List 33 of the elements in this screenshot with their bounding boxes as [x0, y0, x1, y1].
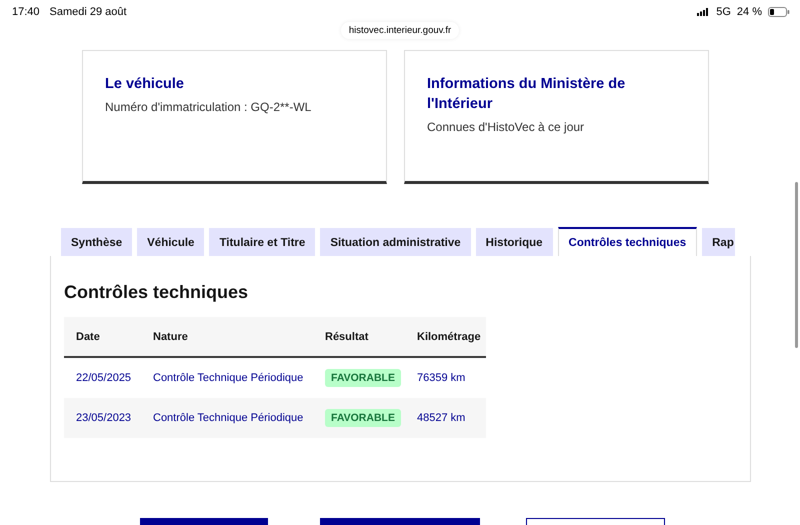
battery-icon — [768, 7, 790, 17]
table-cell: Contrôle Technique Périodique — [153, 412, 304, 424]
result-badge: FAVORABLE — [325, 409, 401, 427]
result-badge: FAVORABLE — [325, 369, 401, 387]
table-cell: Contrôle Technique Périodique — [153, 372, 304, 384]
signal-icon — [697, 8, 710, 16]
column-header: Kilométrage — [417, 330, 481, 342]
table-cell: 76359 km — [417, 372, 466, 384]
card-title: Informations du Ministère de l'Intérieur — [427, 75, 626, 114]
tab[interactable]: Véhicule — [137, 228, 204, 256]
tab[interactable]: Titulaire et Titre — [209, 228, 316, 256]
battery-percent: 24 % — [736, 6, 762, 18]
action-button[interactable] — [526, 518, 665, 525]
status-time: 17:40 — [12, 6, 40, 18]
card-text: Numéro d'immatriculation : GQ-2**-WL — [105, 100, 312, 114]
column-header: Résultat — [325, 330, 368, 342]
card-title: Le véhicule — [105, 75, 185, 94]
status-date: Samedi 29 août — [50, 6, 127, 18]
address-bar[interactable]: histovec.interieur.gouv.fr — [340, 22, 460, 39]
scrollbar[interactable] — [795, 182, 798, 348]
section-title: Contrôles techniques — [64, 282, 250, 303]
tab[interactable]: Situation administrative — [320, 228, 471, 256]
table-cell: 48527 km — [417, 412, 466, 424]
tab[interactable]: Contrôles techniques — [558, 227, 698, 256]
tab[interactable]: Historique — [476, 228, 553, 256]
network-label: 5G — [716, 6, 731, 18]
card-text: Connues d'HistoVec à ce jour — [427, 120, 586, 134]
tab[interactable]: Synthèse — [61, 228, 132, 256]
tab[interactable]: Rap — [702, 228, 735, 256]
table-cell: 22/05/2025 — [76, 372, 132, 384]
column-header: Date — [76, 330, 100, 342]
table-cell: 23/05/2023 — [76, 412, 132, 424]
column-header: Nature — [153, 330, 188, 342]
